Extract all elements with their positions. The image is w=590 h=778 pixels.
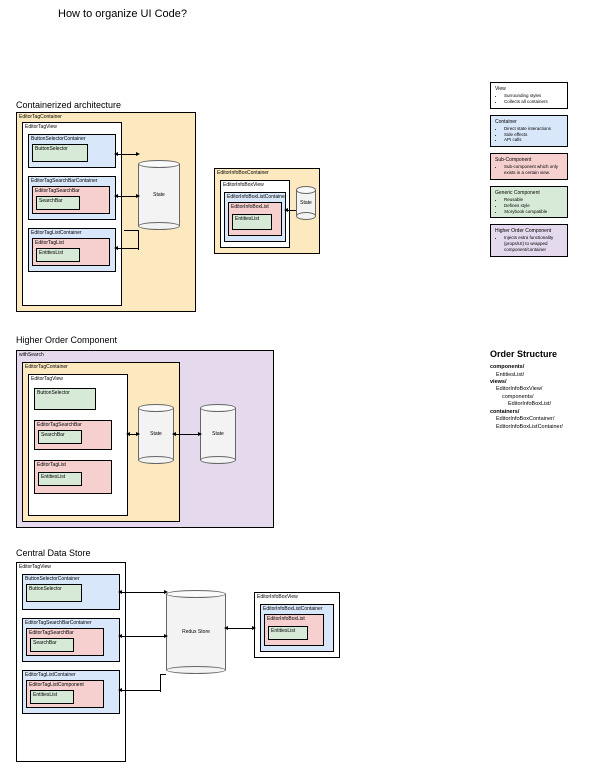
legend-container: Container Direct state interactions Side…: [490, 115, 568, 148]
state-cyl-4: State: [200, 404, 236, 464]
sb-box: SearchBar: [36, 196, 80, 210]
legend-subcomponent: Sub-Component Sub-component which only e…: [490, 153, 568, 180]
el-box-4: EntitiesList: [30, 690, 74, 704]
redux-cyl: Redux Store: [166, 590, 226, 674]
legend-generic: Generic Component Reusable Defines style…: [490, 186, 568, 219]
el-box-2: EntitiesList: [232, 214, 272, 230]
section-cds-title: Central Data Store: [16, 548, 91, 558]
state-cyl-2: State: [296, 186, 316, 220]
order-structure: Order Structure components/ EntitiesList…: [490, 348, 580, 431]
legend: View Surrounding styles Collects all con…: [490, 82, 568, 263]
section-containerized-title: Containerized architecture: [16, 100, 121, 110]
legend-hoc: Higher Order Component Injects extra fun…: [490, 224, 568, 257]
page-title: How to organize UI Code?: [58, 8, 187, 20]
bs-box-3: ButtonSelector: [26, 584, 82, 602]
bs-box-2: ButtonSelector: [34, 388, 96, 410]
sb-box-3: SearchBar: [30, 638, 74, 652]
sb-box-2: SearchBar: [38, 430, 82, 444]
state-cyl-3: State: [138, 404, 174, 464]
bs-box: ButtonSelector: [32, 144, 88, 162]
el-box-3: EntitiesList: [38, 472, 82, 486]
state-cyl-1: State: [138, 160, 180, 230]
el-box: EntitiesList: [36, 248, 80, 262]
legend-view: View Surrounding styles Collects all con…: [490, 82, 568, 109]
el-box-5: EntitiesList: [268, 626, 308, 640]
section-hoc-title: Higher Order Component: [16, 335, 117, 345]
